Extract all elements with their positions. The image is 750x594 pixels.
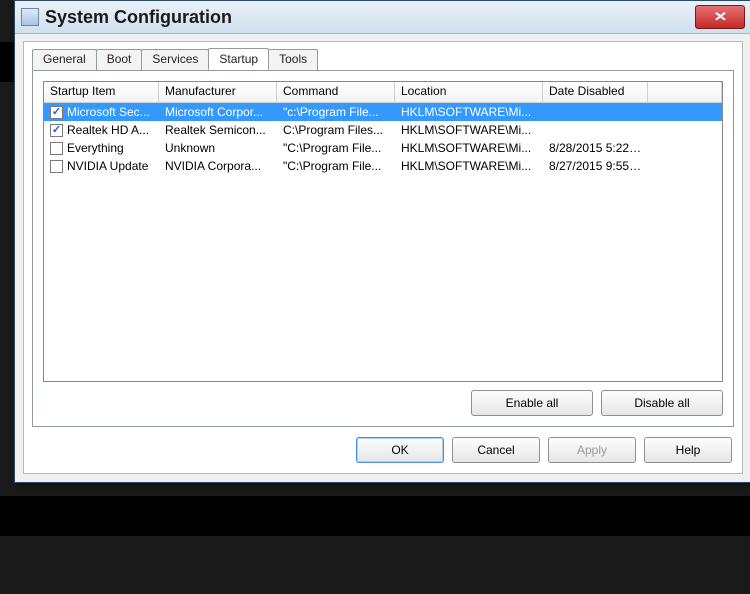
dialog-client: GeneralBootServicesStartupTools Startup …: [23, 41, 743, 474]
background-stripe: [0, 496, 750, 536]
tab-general[interactable]: General: [32, 49, 97, 71]
table-row[interactable]: Everything Unknown"C:\Program File...HKLM…: [44, 139, 722, 157]
cell-location: HKLM\SOFTWARE\Mi...: [395, 159, 543, 173]
col-manufacturer[interactable]: Manufacturer: [159, 82, 277, 102]
apply-button: Apply: [548, 437, 636, 463]
startup-list[interactable]: Startup Item Manufacturer Command Locati…: [43, 81, 723, 382]
row-checkbox[interactable]: [50, 160, 63, 173]
cell-startup-item: Microsoft Sec...: [67, 105, 150, 119]
cell-command: "C:\Program File...: [277, 159, 395, 173]
enable-all-button[interactable]: Enable all: [471, 390, 593, 416]
cell-manufacturer: Unknown: [159, 141, 277, 155]
col-filler: [648, 82, 722, 102]
row-checkbox[interactable]: [50, 106, 63, 119]
dialog-button-row: OK Cancel Apply Help: [356, 437, 732, 463]
cell-command: "c:\Program File...: [277, 105, 395, 119]
column-headers[interactable]: Startup Item Manufacturer Command Locati…: [44, 82, 722, 103]
row-checkbox[interactable]: [50, 142, 63, 155]
col-command[interactable]: Command: [277, 82, 395, 102]
col-date-disabled[interactable]: Date Disabled: [543, 82, 648, 102]
tab-tools[interactable]: Tools: [268, 49, 318, 71]
system-configuration-dialog: System Configuration ✕ GeneralBootServic…: [14, 0, 750, 483]
cell-command: "C:\Program File...: [277, 141, 395, 155]
cell-location: HKLM\SOFTWARE\Mi...: [395, 105, 543, 119]
ok-button[interactable]: OK: [356, 437, 444, 463]
row-checkbox[interactable]: [50, 124, 63, 137]
tab-button-row: Enable all Disable all: [471, 390, 723, 416]
cell-startup-item: NVIDIA Update: [67, 159, 148, 173]
close-button[interactable]: ✕: [695, 5, 745, 29]
cell-manufacturer: Microsoft Corpor...: [159, 105, 277, 119]
tab-startup[interactable]: Startup: [208, 48, 269, 70]
cell-startup-item: Realtek HD A...: [67, 123, 149, 137]
cancel-button[interactable]: Cancel: [452, 437, 540, 463]
table-row[interactable]: Realtek HD A... Realtek Semicon...C:\Prog…: [44, 121, 722, 139]
app-icon: [21, 8, 39, 26]
tab-page-startup: Startup Item Manufacturer Command Locati…: [32, 70, 734, 427]
table-row[interactable]: NVIDIA Update NVIDIA Corpora..."C:\Progra…: [44, 157, 722, 175]
tab-boot[interactable]: Boot: [96, 49, 143, 71]
tab-strip: GeneralBootServicesStartupTools: [32, 48, 317, 70]
cell-manufacturer: Realtek Semicon...: [159, 123, 277, 137]
tab-services[interactable]: Services: [141, 49, 209, 71]
help-button[interactable]: Help: [644, 437, 732, 463]
col-location[interactable]: Location: [395, 82, 543, 102]
window-title: System Configuration: [45, 7, 695, 28]
titlebar[interactable]: System Configuration ✕: [15, 1, 750, 34]
disable-all-button[interactable]: Disable all: [601, 390, 723, 416]
cell-command: C:\Program Files...: [277, 123, 395, 137]
cell-date-disabled: 8/28/2015 5:22:...: [543, 141, 648, 155]
table-row[interactable]: Microsoft Sec... Microsoft Corpor..."c:\P…: [44, 103, 722, 121]
col-startup-item[interactable]: Startup Item: [44, 82, 159, 102]
cell-startup-item: Everything: [67, 141, 124, 155]
close-icon: ✕: [713, 9, 727, 25]
cell-manufacturer: NVIDIA Corpora...: [159, 159, 277, 173]
cell-date-disabled: 8/27/2015 9:55:...: [543, 159, 648, 173]
cell-location: HKLM\SOFTWARE\Mi...: [395, 141, 543, 155]
cell-location: HKLM\SOFTWARE\Mi...: [395, 123, 543, 137]
